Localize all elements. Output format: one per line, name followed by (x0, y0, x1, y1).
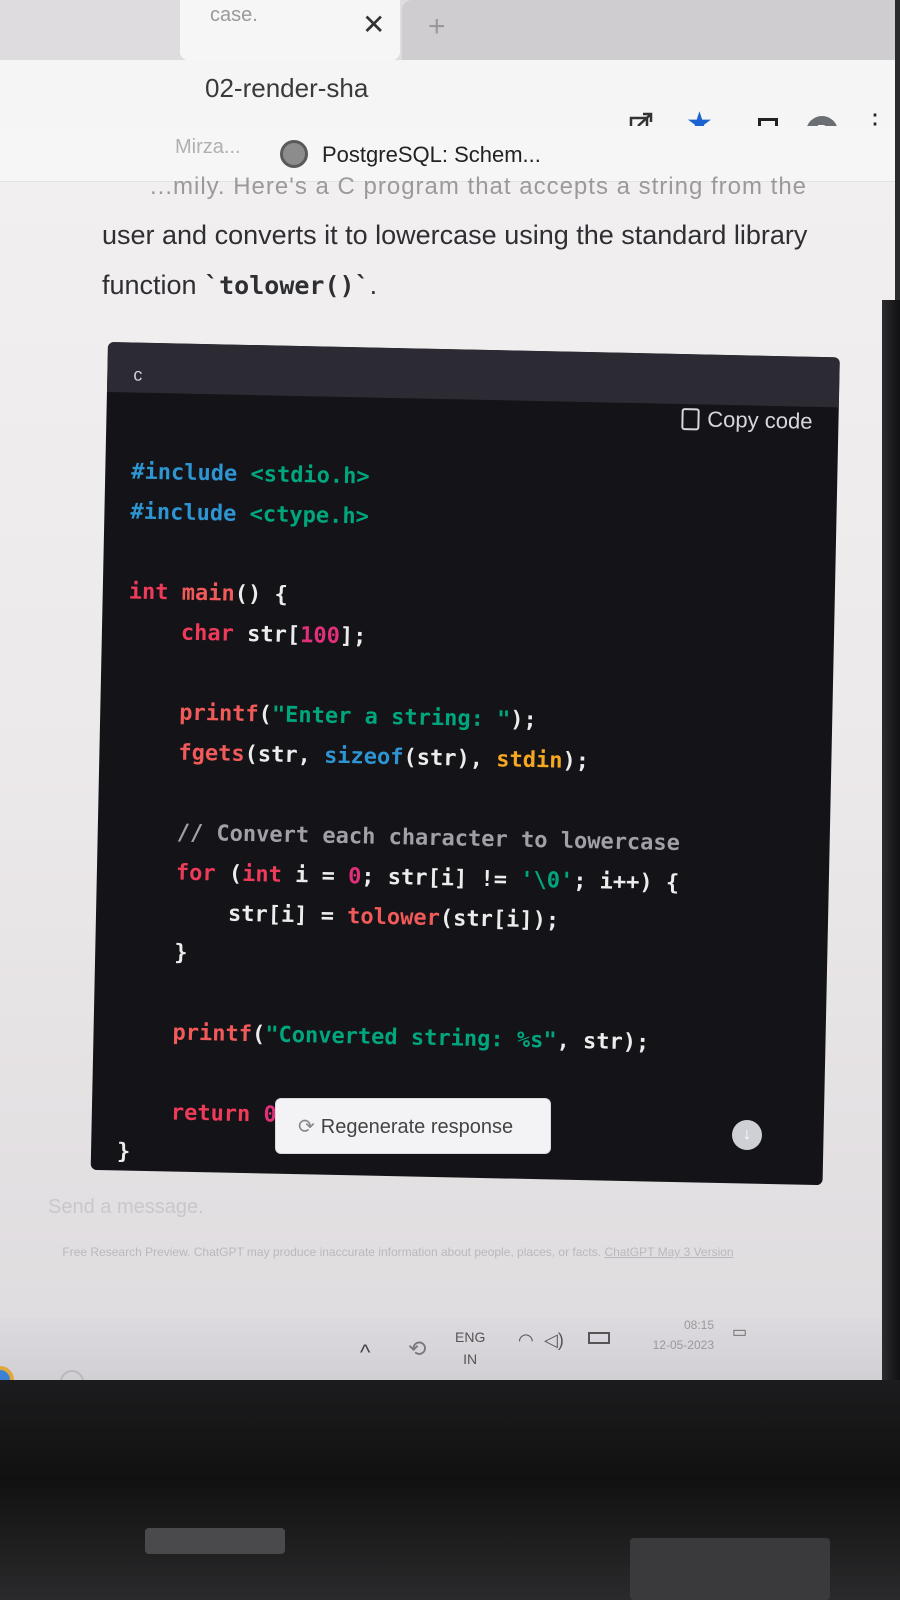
version-link[interactable]: ChatGPT May 3 Version (604, 1245, 733, 1259)
region-code: IN (463, 1351, 478, 1367)
code-language-label: c (133, 364, 143, 385)
laptop-hinge (630, 1538, 830, 1600)
copy-code-label: Copy code (707, 406, 813, 434)
message-input[interactable]: Send a message. (48, 1196, 204, 1219)
bookmark-item[interactable]: Mirza... (175, 136, 241, 159)
scroll-down-icon[interactable]: ↓ (732, 1120, 762, 1150)
response-text: function (102, 270, 205, 300)
regenerate-label: Regenerate response (320, 1116, 514, 1138)
partial-text-line: ...mily. Here's a C program that accepts… (150, 173, 808, 200)
regenerate-response-button[interactable]: ⟳ Regenerate response (275, 1098, 551, 1154)
battery-icon[interactable] (588, 1332, 610, 1344)
tab-title[interactable]: case. (210, 4, 258, 27)
wifi-icon[interactable]: ◠ (518, 1330, 534, 1351)
response-text: . (369, 270, 378, 300)
volume-icon[interactable]: ◁) (544, 1330, 564, 1351)
clock-date: 12-05-2023 (652, 1338, 714, 1352)
show-hidden-icons-chevron-icon[interactable]: ^ (360, 1340, 370, 1366)
response-text: user and converts it to lowercase using … (102, 220, 808, 250)
laptop-hinge (145, 1528, 285, 1554)
inline-code: `tolower()` (204, 271, 370, 300)
tab-close-icon[interactable]: ✕ (362, 8, 385, 41)
clock-time: 08:15 (683, 1318, 714, 1332)
address-bar[interactable] (0, 60, 895, 126)
url-text[interactable]: 02-render-sha (205, 73, 368, 104)
postgresql-favicon-icon (280, 140, 308, 168)
code-block: c Copy code #include <stdio.h> #include <… (90, 342, 840, 1186)
code-header: c (106, 342, 840, 408)
refresh-icon: ⟳ (298, 1116, 315, 1138)
sync-icon[interactable]: ⟲ (408, 1336, 426, 1362)
language-code: ENG (455, 1329, 486, 1345)
disclaimer-footer: Free Research Preview. ChatGPT may produ… (28, 1242, 768, 1262)
disclaimer-text: Free Research Preview. ChatGPT may produ… (62, 1245, 602, 1259)
clipboard-icon (681, 408, 700, 431)
copy-code-button[interactable]: Copy code (681, 406, 813, 435)
new-tab-icon[interactable]: + (428, 10, 446, 44)
response-paragraph: user and converts it to lowercase using … (102, 210, 862, 311)
system-clock[interactable]: 08:15 12-05-2023 (628, 1315, 714, 1355)
tab-strip-background (402, 0, 895, 60)
monitor-bezel-right (882, 300, 900, 1480)
code-content: #include <stdio.h> #include <ctype.h> ​ int… (117, 453, 688, 1184)
bookmark-item[interactable]: PostgreSQL: Schem... (322, 142, 541, 168)
notification-icon[interactable]: ▭ (732, 1322, 747, 1342)
monitor-screen: case. ✕ + 02-render-sha ★ P ⋮ Mirza... P… (0, 0, 895, 1395)
language-indicator[interactable]: ENG IN (455, 1326, 485, 1370)
